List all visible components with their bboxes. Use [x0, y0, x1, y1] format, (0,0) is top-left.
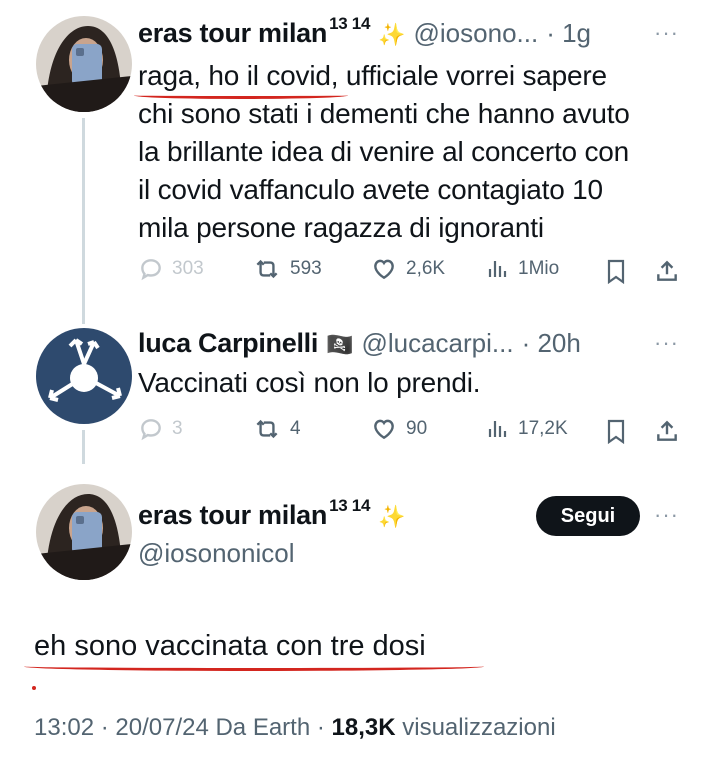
avatar[interactable] — [36, 328, 132, 424]
share-icon[interactable] — [654, 258, 680, 284]
chart-icon — [488, 421, 507, 437]
retweet-button[interactable]: 4 — [252, 416, 301, 442]
red-underline — [134, 92, 348, 99]
main-tweet-text: eh sono vaccinata con tre dosi — [34, 630, 426, 662]
heart-icon — [374, 419, 394, 440]
views-label: visualizzazioni — [402, 714, 556, 741]
retweet-icon — [256, 419, 278, 439]
handle[interactable]: @iosononicol — [138, 538, 294, 569]
footer-timestamp[interactable]: 13:02 · 20/07/24 Da Earth · — [34, 714, 325, 741]
tweet-header: luca Carpinelli 🏴‍☠️ @lucacarpi... · 20h — [138, 328, 581, 359]
reply-icon — [141, 419, 161, 441]
display-name[interactable]: eras tour milan 13 14 — [138, 14, 370, 49]
timestamp[interactable]: · 1g — [546, 18, 591, 49]
timestamp[interactable]: · 20h — [522, 328, 581, 359]
reply-icon — [141, 259, 161, 281]
tweet-footer: 13:02 · 20/07/24 Da Earth · 18,3K visual… — [34, 714, 556, 742]
views-button[interactable]: 1Mio — [486, 256, 559, 282]
share-icon[interactable] — [654, 418, 680, 444]
more-icon[interactable]: ··· — [654, 330, 679, 356]
views-button[interactable]: 17,2K — [486, 416, 568, 442]
views-count: 18,3K — [331, 714, 396, 741]
bookmark-icon[interactable] — [604, 418, 628, 444]
more-icon[interactable]: ··· — [654, 20, 679, 46]
avatar[interactable] — [36, 484, 132, 580]
retweet-button[interactable]: 593 — [252, 256, 322, 282]
pirate-flag-icon: 🏴‍☠️ — [326, 332, 354, 357]
sparkles-icon: ✨ — [378, 504, 406, 529]
tweet-header: eras tour milan 13 14 ✨ @iosono... · 1g — [138, 14, 591, 49]
handle[interactable]: @iosono... — [414, 18, 539, 49]
tweet-text: raga, ho il covid, ufficiale vorrei sape… — [138, 60, 630, 243]
red-dot — [32, 686, 36, 690]
chart-icon — [488, 261, 507, 277]
red-underline — [24, 662, 484, 671]
tweet-header: eras tour milan 13 14 ✨ — [138, 496, 406, 531]
bookmark-icon[interactable] — [604, 258, 628, 284]
more-icon[interactable]: ··· — [654, 502, 679, 528]
follow-button[interactable]: Segui — [536, 496, 640, 536]
thread-line — [82, 430, 85, 464]
avatar[interactable] — [36, 16, 132, 112]
heart-icon — [374, 259, 394, 280]
reply-button[interactable]: 3 — [138, 416, 183, 442]
retweet-icon — [256, 259, 278, 279]
like-button[interactable]: 2,6K — [370, 256, 445, 282]
display-name[interactable]: eras tour milan 13 14 — [138, 496, 370, 531]
like-button[interactable]: 90 — [370, 416, 427, 442]
thread-line — [82, 118, 85, 324]
reply-button[interactable]: 303 — [138, 256, 204, 282]
display-name[interactable]: luca Carpinelli — [138, 328, 318, 359]
sparkles-icon: ✨ — [378, 22, 406, 47]
handle[interactable]: @lucacarpi... — [361, 328, 513, 359]
tweet-text: Vaccinati così non lo prendi. — [138, 367, 481, 398]
